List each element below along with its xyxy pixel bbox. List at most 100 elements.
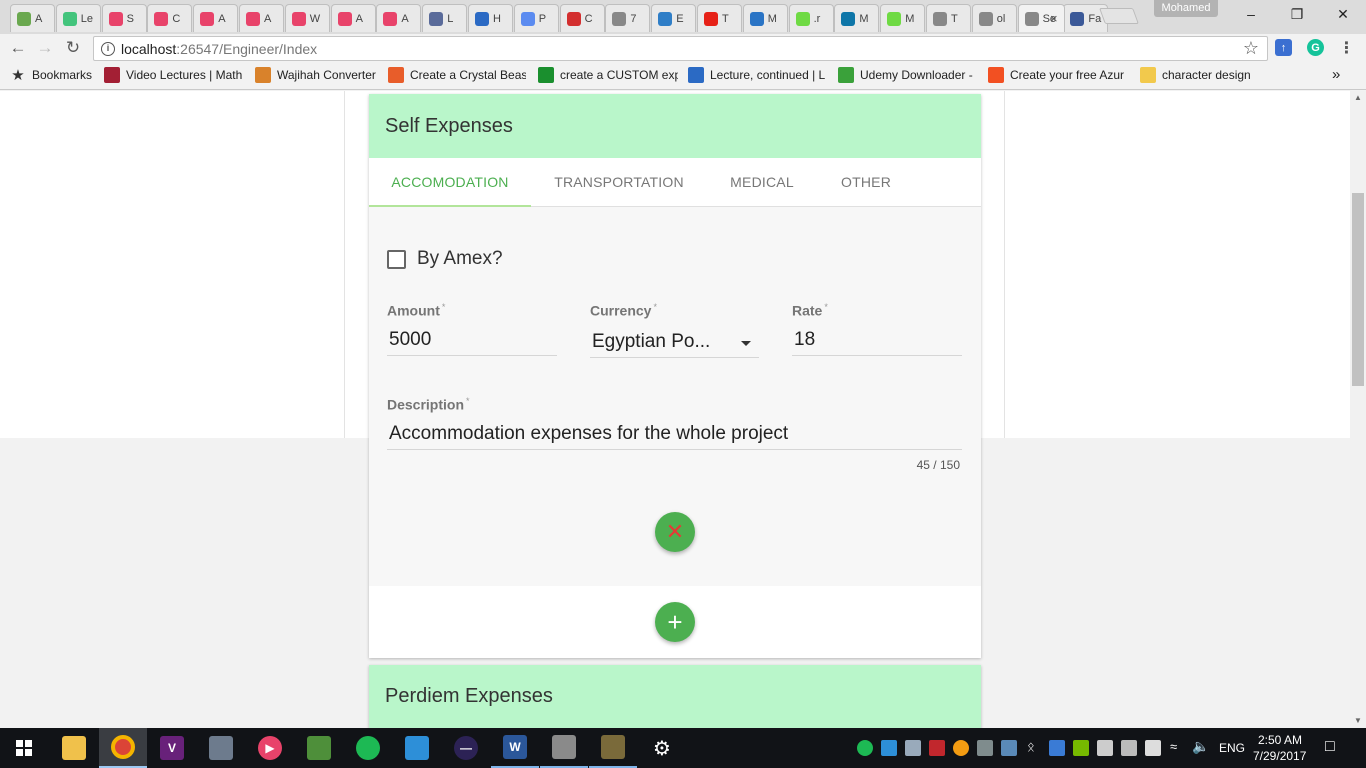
bookmark-item[interactable]: Create your free Azur [988, 67, 1128, 83]
browser-tab[interactable]: .r [788, 4, 834, 32]
close-window-icon[interactable]: ✕ [1320, 0, 1366, 28]
description-field[interactable]: Description * Accommodation expenses for … [387, 396, 962, 450]
new-tab-button[interactable] [1099, 8, 1139, 24]
rate-input[interactable]: 18 [792, 319, 962, 356]
spotify-icon[interactable] [344, 728, 392, 768]
browser-tab[interactable]: T [926, 4, 971, 32]
dropdown-arrow-icon[interactable] [741, 340, 751, 346]
tray-sync-icon[interactable] [1001, 740, 1017, 756]
checkbox-box[interactable] [387, 249, 406, 269]
browser-tab[interactable]: 7 [605, 4, 651, 32]
bookmark-item[interactable]: Create a Crystal Beast [388, 67, 526, 83]
tray-adobe-icon[interactable] [929, 740, 945, 756]
browser-tab[interactable]: M [834, 4, 880, 32]
volume-icon[interactable]: 🔈 [1192, 738, 1209, 755]
browser-tab[interactable]: P [513, 4, 559, 32]
app-window-icon[interactable] [295, 728, 343, 768]
bookmark-item[interactable]: Wajihah Converter [255, 67, 380, 83]
remote-desktop-icon[interactable] [393, 728, 441, 768]
menu-icon[interactable]: ⋮ [1338, 39, 1355, 57]
notifications-icon[interactable]: □ [1325, 738, 1335, 756]
battery-icon[interactable] [1145, 740, 1161, 756]
tab-other[interactable]: OTHER [817, 158, 915, 206]
amount-input[interactable]: 5000 [387, 319, 557, 356]
amount-field[interactable]: Amount * 5000 [387, 302, 557, 356]
browser-tab[interactable]: W [284, 4, 330, 32]
minimize-icon[interactable]: – [1228, 0, 1274, 28]
grammarly-icon[interactable]: G [1307, 39, 1324, 56]
browser-tab[interactable]: A [193, 4, 239, 32]
tray-device-icon[interactable] [977, 740, 993, 756]
reload-icon[interactable]: ↻ [61, 37, 85, 59]
bookmark-item[interactable]: Video Lectures | Math [104, 67, 244, 83]
bookmark-item[interactable]: ★ Bookmarks [10, 67, 100, 83]
bluetooth-icon[interactable]: ᛟ [1027, 739, 1035, 754]
delete-expense-button[interactable]: ✕ [655, 512, 695, 552]
add-expense-button[interactable]: + [655, 602, 695, 642]
tray-window-icon[interactable] [1097, 740, 1113, 756]
description-input[interactable]: Accommodation expenses for the whole pro… [387, 413, 962, 450]
browser-tab[interactable]: H [468, 4, 513, 32]
tab-accomodation[interactable]: ACCOMODATION [369, 158, 531, 206]
browser-tab[interactable]: C [559, 4, 605, 32]
bookmark-item[interactable]: character design [1140, 67, 1260, 83]
browser-tab[interactable]: Se × [1017, 4, 1065, 32]
tray-spotify-icon[interactable] [857, 740, 873, 756]
bookmark-item[interactable]: Udemy Downloader - [838, 67, 978, 83]
chrome-icon[interactable] [99, 728, 147, 768]
eclipse-icon[interactable]: — [442, 728, 490, 768]
word-icon[interactable]: W [491, 728, 539, 768]
usb-icon[interactable] [1121, 740, 1137, 756]
browser-tab[interactable]: S [101, 4, 147, 32]
tray-display-icon[interactable] [1049, 740, 1065, 756]
settings-gear-icon[interactable]: ⚙ [638, 728, 686, 768]
language-indicator[interactable]: ENG [1219, 741, 1245, 755]
tray-orange-icon[interactable] [953, 740, 969, 756]
address-bar[interactable]: i localhost:26547/Engineer/Index ☆ [93, 36, 1268, 61]
wifi-icon[interactable]: ≈ [1170, 739, 1177, 754]
browser-tab[interactable]: C [147, 4, 193, 32]
tab-transportation[interactable]: TRANSPORTATION [531, 158, 707, 206]
bookmark-star-icon[interactable]: ☆ [1243, 38, 1259, 59]
browser-tab[interactable]: A [239, 4, 284, 32]
browser-tab[interactable]: T [697, 4, 742, 32]
forward-icon[interactable]: → [33, 37, 57, 59]
clock-date[interactable]: 7/29/2017 [1253, 749, 1306, 763]
bookmarks-overflow-icon[interactable]: » [1332, 66, 1340, 83]
browser-tab[interactable]: E [651, 4, 697, 32]
bookmark-item[interactable]: Lecture, continued | L [688, 67, 828, 83]
currency-select[interactable]: Currency * Egyptian Po... [590, 302, 759, 358]
tab-medical[interactable]: MEDICAL [707, 158, 817, 206]
nvidia-icon[interactable] [1073, 740, 1089, 756]
by-amex-checkbox[interactable]: By Amex? [387, 248, 503, 270]
tray-network-app-icon[interactable] [881, 740, 897, 756]
tray-app-icon[interactable] [905, 740, 921, 756]
scroll-up-icon[interactable]: ▲ [1350, 91, 1366, 105]
browser-tab[interactable]: ol [971, 4, 1017, 32]
browser-tab[interactable]: A [376, 4, 422, 32]
scrollbar-thumb[interactable] [1352, 193, 1364, 386]
currency-value[interactable]: Egyptian Po... [590, 319, 759, 358]
file-explorer-icon[interactable] [50, 728, 98, 768]
clock-time[interactable]: 2:50 AM [1258, 733, 1302, 747]
profile-button[interactable]: Mohamed [1154, 0, 1218, 17]
browser-tab[interactable]: A [330, 4, 376, 32]
photos-app-icon[interactable] [197, 728, 245, 768]
visual-studio-icon[interactable]: V [148, 728, 196, 768]
browser-tab[interactable]: M [742, 4, 788, 32]
browser-tab[interactable]: Le [55, 4, 101, 32]
browser-tab[interactable]: L [422, 4, 468, 32]
back-icon[interactable]: ← [6, 37, 30, 59]
tools-icon[interactable] [589, 728, 637, 768]
site-info-icon[interactable]: i [101, 41, 115, 56]
rate-field[interactable]: Rate * 18 [792, 302, 962, 356]
movie-maker-icon[interactable] [540, 728, 588, 768]
start-button[interactable] [0, 728, 48, 768]
close-tab-icon[interactable]: × [1050, 11, 1058, 26]
bookmark-item[interactable]: create a CUSTOM exp [538, 67, 678, 83]
restore-icon[interactable]: ❐ [1274, 0, 1320, 28]
browser-tab[interactable]: M [880, 4, 926, 32]
media-player-icon[interactable]: ▶ [246, 728, 294, 768]
page-scrollbar[interactable]: ▲ ▼ [1350, 91, 1366, 728]
extension-icon[interactable]: ↑ [1275, 39, 1292, 56]
